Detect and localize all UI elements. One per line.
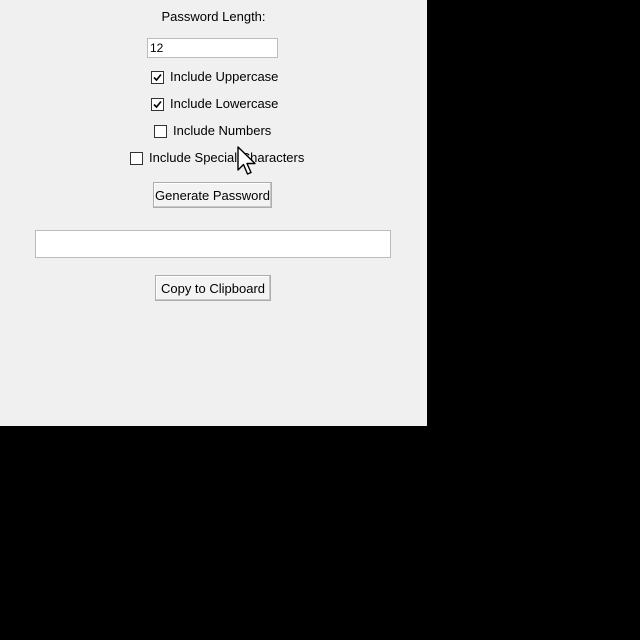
include-special-option[interactable]: Include Special Characters [130, 150, 304, 166]
checkmark-icon [153, 100, 162, 108]
password-length-label: Password Length: [161, 9, 266, 24]
include-numbers-label: Include Numbers [173, 123, 272, 138]
include-uppercase-option[interactable]: Include Uppercase [151, 69, 278, 85]
password-length-input[interactable] [147, 38, 278, 58]
include-uppercase-label: Include Uppercase [170, 69, 279, 84]
copy-to-clipboard-button[interactable]: Copy to Clipboard [155, 275, 271, 301]
include-special-label: Include Special Characters [149, 150, 305, 165]
include-special-checkbox[interactable] [130, 151, 143, 165]
generated-password-field[interactable] [35, 230, 391, 258]
include-numbers-checkbox[interactable] [154, 124, 167, 138]
include-lowercase-label: Include Lowercase [170, 96, 279, 111]
include-numbers-option[interactable]: Include Numbers [154, 123, 271, 139]
checkmark-icon [153, 73, 162, 81]
generate-password-button[interactable]: Generate Password [153, 182, 272, 208]
password-generator-window: Password Length: Include Uppercase Inclu… [0, 0, 427, 426]
include-lowercase-checkbox[interactable] [151, 97, 164, 111]
include-uppercase-checkbox[interactable] [151, 70, 164, 84]
include-lowercase-option[interactable]: Include Lowercase [151, 96, 278, 112]
